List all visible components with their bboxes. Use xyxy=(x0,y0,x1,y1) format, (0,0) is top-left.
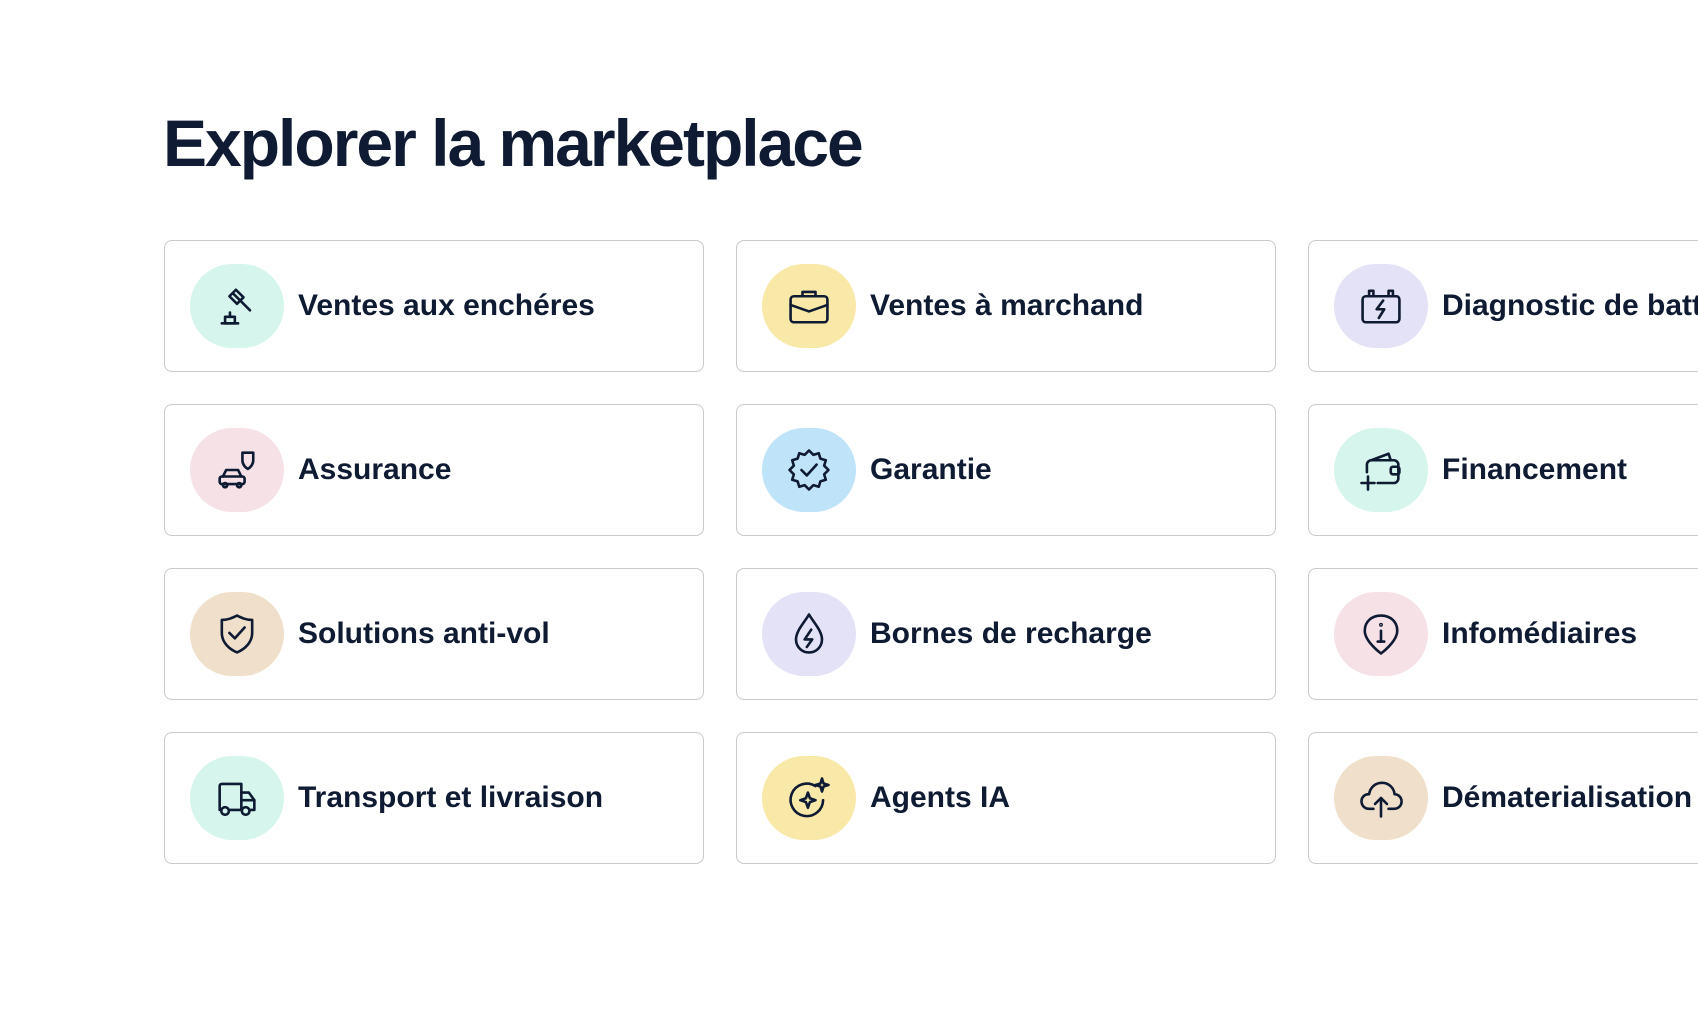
card-dematerialisation[interactable]: Dématerialisation xyxy=(1308,732,1698,864)
card-bornes-de-recharge[interactable]: Bornes de recharge xyxy=(736,568,1276,700)
info-pin-icon xyxy=(1334,592,1428,676)
card-diagnostic-de-batterie[interactable]: Diagnostic de batterie xyxy=(1308,240,1698,372)
card-label: Dématerialisation xyxy=(1442,781,1693,814)
card-infomediaires[interactable]: Infomédiaires xyxy=(1308,568,1698,700)
wallet-plus-icon xyxy=(1334,428,1428,512)
page-title: Explorer la marketplace xyxy=(163,106,864,180)
card-label: Ventes aux enchéres xyxy=(298,289,595,322)
shield-check-icon xyxy=(190,592,284,676)
ai-sparkle-icon xyxy=(762,756,856,840)
card-ventes-aux-encheres[interactable]: Ventes aux enchéres xyxy=(164,240,704,372)
card-label: Bornes de recharge xyxy=(870,617,1152,650)
card-garantie[interactable]: Garantie xyxy=(736,404,1276,536)
cloud-upload-icon xyxy=(1334,756,1428,840)
badge-check-icon xyxy=(762,428,856,512)
drop-bolt-icon xyxy=(762,592,856,676)
category-grid: Ventes aux enchéres Ventes à marchand Di… xyxy=(164,240,1698,864)
gavel-icon xyxy=(190,264,284,348)
card-label: Infomédiaires xyxy=(1442,617,1638,650)
card-label: Transport et livraison xyxy=(298,781,604,814)
card-agents-ia[interactable]: Agents IA xyxy=(736,732,1276,864)
marketplace-page: Explorer la marketplace Ventes aux enché… xyxy=(0,0,1698,1016)
battery-bolt-icon xyxy=(1334,264,1428,348)
car-shield-icon xyxy=(190,428,284,512)
card-label: Garantie xyxy=(870,453,992,486)
card-solutions-anti-vol[interactable]: Solutions anti-vol xyxy=(164,568,704,700)
truck-icon xyxy=(190,756,284,840)
card-label: Agents IA xyxy=(870,781,1011,814)
card-label: Assurance xyxy=(298,453,452,486)
card-ventes-a-marchand[interactable]: Ventes à marchand xyxy=(736,240,1276,372)
card-transport-et-livraison[interactable]: Transport et livraison xyxy=(164,732,704,864)
card-label: Financement xyxy=(1442,453,1628,486)
card-assurance[interactable]: Assurance xyxy=(164,404,704,536)
card-label: Solutions anti-vol xyxy=(298,617,550,650)
briefcase-icon xyxy=(762,264,856,348)
card-financement[interactable]: Financement xyxy=(1308,404,1698,536)
card-label: Diagnostic de batterie xyxy=(1442,289,1698,322)
card-label: Ventes à marchand xyxy=(870,289,1144,322)
